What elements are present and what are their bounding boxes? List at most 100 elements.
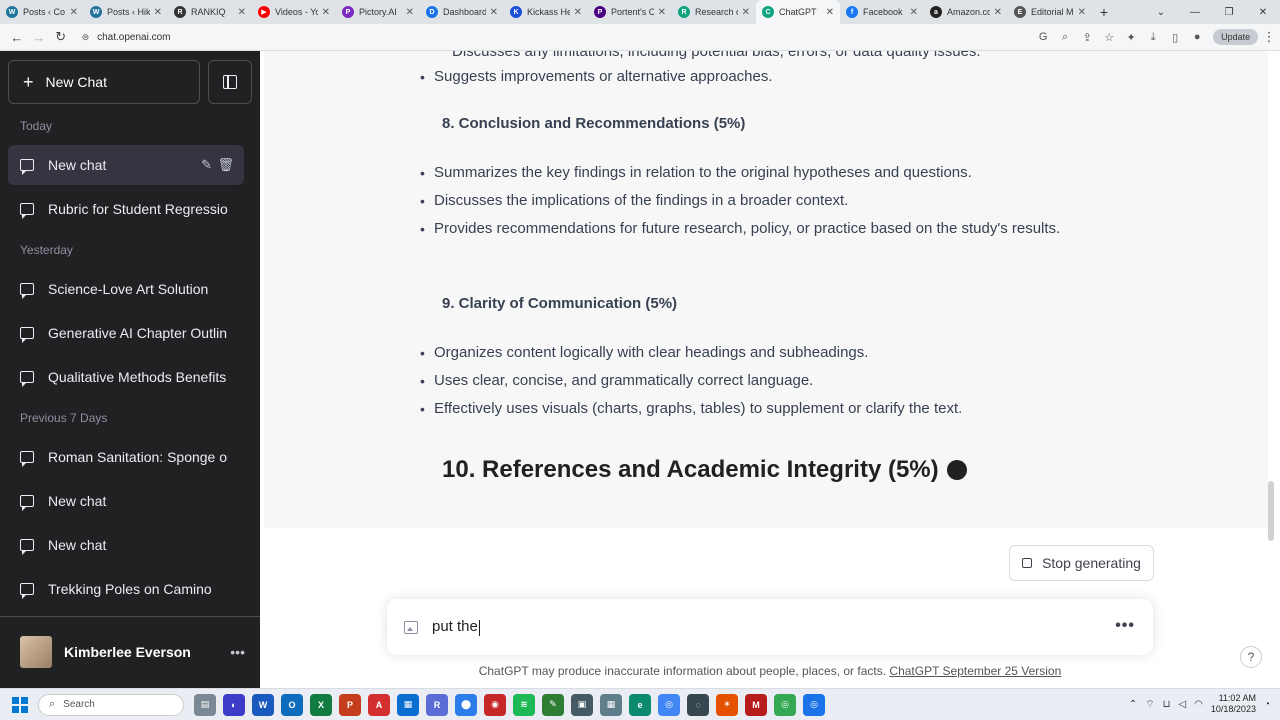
new-chat-button[interactable]: + New Chat — [8, 60, 200, 104]
browser-tab[interactable]: ▶ Videos - Yo ✕ — [252, 0, 336, 24]
app-icon[interactable]: ⬤ — [455, 693, 477, 716]
new-tab-button[interactable]: + — [1092, 4, 1116, 20]
stop-generating-button[interactable]: Stop generating — [1009, 545, 1154, 581]
sidebar-chat-item[interactable]: New chat ✎ 🗑 — [8, 145, 244, 185]
app-icon[interactable]: ◌ — [687, 693, 709, 716]
share-icon[interactable]: ⇪ — [1079, 31, 1095, 44]
close-tab-icon[interactable]: ✕ — [826, 7, 834, 18]
google-icon[interactable]: G — [1035, 31, 1051, 43]
acrobat-icon[interactable]: A — [368, 693, 390, 716]
excel-icon[interactable]: X — [310, 693, 332, 716]
extensions-icon[interactable]: ✦ — [1123, 31, 1139, 44]
clock[interactable]: 11:02 AM 10/18/2023 — [1211, 693, 1256, 715]
powerpoint-icon[interactable]: P — [339, 693, 361, 716]
version-link[interactable]: ChatGPT September 25 Version — [889, 664, 1061, 678]
app-icon[interactable]: ◐ — [223, 693, 245, 716]
chrome-icon[interactable]: ◎ — [803, 693, 825, 716]
app-icon[interactable]: ▦ — [397, 693, 419, 716]
sidebar-chat-item[interactable]: Rubric for Student Regressio — [8, 189, 244, 229]
volume-icon[interactable]: ◁ — [1178, 699, 1186, 710]
user-menu[interactable]: Kimberlee Everson ••• — [20, 636, 245, 668]
network-icon[interactable]: ⌔ — [1145, 698, 1154, 711]
browser-tab[interactable]: P Portent's C ✕ — [588, 0, 672, 24]
browser-menu-icon[interactable]: ⋮ — [1258, 29, 1280, 45]
zoom-icon[interactable]: ⌕ — [1057, 31, 1073, 44]
reload-icon[interactable]: ↻ — [50, 29, 72, 45]
browser-tab[interactable]: D Dashboard ✕ — [420, 0, 504, 24]
scrollbar[interactable] — [1268, 481, 1274, 541]
browser-tab[interactable]: W Posts ‹ Co ✕ — [0, 0, 84, 24]
close-tab-icon[interactable]: ✕ — [1078, 7, 1086, 18]
more-options-icon[interactable]: ••• — [230, 644, 245, 660]
close-tab-icon[interactable]: ✕ — [406, 7, 414, 18]
message-input[interactable]: put the — [432, 618, 1032, 636]
close-tab-icon[interactable]: ✕ — [70, 7, 78, 18]
browser-tab[interactable]: R RANKIQ ✕ — [168, 0, 252, 24]
chevron-up-icon[interactable]: ⌃ — [1129, 699, 1137, 710]
close-tab-icon[interactable]: ✕ — [742, 7, 750, 18]
more-options-icon[interactable]: ••• — [1115, 617, 1135, 635]
sidebar-section-label: Today — [20, 119, 53, 133]
forward-arrow-icon[interactable]: → — [28, 30, 50, 45]
word-icon[interactable]: W — [252, 693, 274, 716]
close-tab-icon[interactable]: ✕ — [238, 7, 246, 18]
app-icon[interactable]: ▣ — [571, 693, 593, 716]
sidebar-chat-item[interactable]: Trekking Poles on Camino — [8, 569, 244, 609]
browser-tab[interactable]: E Editorial M ✕ — [1008, 0, 1092, 24]
edit-icon[interactable]: ✎ — [201, 157, 212, 173]
close-tab-icon[interactable]: ✕ — [910, 7, 918, 18]
profile-icon[interactable]: ● — [1189, 31, 1205, 43]
bookmark-star-icon[interactable]: ☆ — [1101, 31, 1117, 44]
browser-tab[interactable]: K Kickass He ✕ — [504, 0, 588, 24]
close-tab-icon[interactable]: ✕ — [994, 7, 1002, 18]
browser-tab[interactable]: P Pictory.AI ✕ — [336, 0, 420, 24]
browser-tab[interactable]: R Research o ✕ — [672, 0, 756, 24]
browser-tab[interactable]: W Posts ‹ Hik ✕ — [84, 0, 168, 24]
url-field[interactable]: ⊜ chat.openai.com — [82, 32, 1036, 43]
spotify-icon[interactable]: ≋ — [513, 693, 535, 716]
notification-icon[interactable]: ◔ — [1264, 699, 1270, 710]
download-icon[interactable]: ⤓ — [1145, 31, 1161, 44]
side-panel-icon[interactable]: ▯ — [1167, 31, 1183, 44]
close-window-button[interactable]: ✕ — [1246, 7, 1280, 18]
sidebar-chat-item[interactable]: Science-Love Art Solution — [8, 269, 244, 309]
outlook-icon[interactable]: O — [281, 693, 303, 716]
site-info-icon[interactable]: ⊜ — [82, 32, 90, 43]
edge-icon[interactable]: e — [629, 693, 651, 716]
task-view-icon[interactable]: ▤ — [194, 693, 216, 716]
close-tab-icon[interactable]: ✕ — [658, 7, 666, 18]
app-icon[interactable]: ✶ — [716, 693, 738, 716]
minimize-button[interactable]: — — [1178, 7, 1212, 18]
browser-tab[interactable]: f Facebook ✕ — [840, 0, 924, 24]
close-tab-icon[interactable]: ✕ — [490, 7, 498, 18]
close-tab-icon[interactable]: ✕ — [154, 7, 162, 18]
app-icon[interactable]: ✎ — [542, 693, 564, 716]
sidebar-chat-item[interactable]: New chat — [8, 525, 244, 565]
sidebar-chat-item[interactable]: Qualitative Methods Benefits — [8, 357, 244, 397]
sidebar-chat-item[interactable]: Roman Sanitation: Sponge or — [8, 437, 244, 477]
chrome-icon[interactable]: ◎ — [774, 693, 796, 716]
trash-icon[interactable]: 🗑 — [217, 157, 234, 173]
windows-start-icon[interactable] — [12, 696, 28, 713]
chrome-icon[interactable]: ◎ — [658, 693, 680, 716]
sidebar-chat-item[interactable]: Generative AI Chapter Outlin — [8, 313, 244, 353]
taskbar-search[interactable]: ⌕ Search — [38, 693, 184, 716]
microphone-icon[interactable]: ⊔ — [1163, 699, 1171, 710]
tab-search-icon[interactable]: ⌄ — [1144, 7, 1178, 18]
maximize-button[interactable]: ❐ — [1212, 7, 1246, 18]
image-upload-icon[interactable] — [404, 620, 418, 634]
back-arrow-icon[interactable]: ← — [6, 30, 28, 45]
browser-tab[interactable]: a Amazon.co ✕ — [924, 0, 1008, 24]
sidebar-chat-item[interactable]: New chat — [8, 481, 244, 521]
toggle-sidebar-button[interactable] — [208, 60, 252, 104]
app-icon[interactable]: M — [745, 693, 767, 716]
update-button[interactable]: Update — [1213, 29, 1259, 45]
app-icon[interactable]: R — [426, 693, 448, 716]
close-tab-icon[interactable]: ✕ — [322, 7, 330, 18]
calculator-icon[interactable]: ▦ — [600, 693, 622, 716]
close-tab-icon[interactable]: ✕ — [574, 7, 582, 18]
browser-tab[interactable]: C ChatGPT ✕ — [756, 0, 840, 24]
app-icon[interactable]: ◉ — [484, 693, 506, 716]
help-button[interactable]: ? — [1240, 646, 1262, 668]
wifi-icon[interactable]: ◠ — [1194, 699, 1203, 710]
